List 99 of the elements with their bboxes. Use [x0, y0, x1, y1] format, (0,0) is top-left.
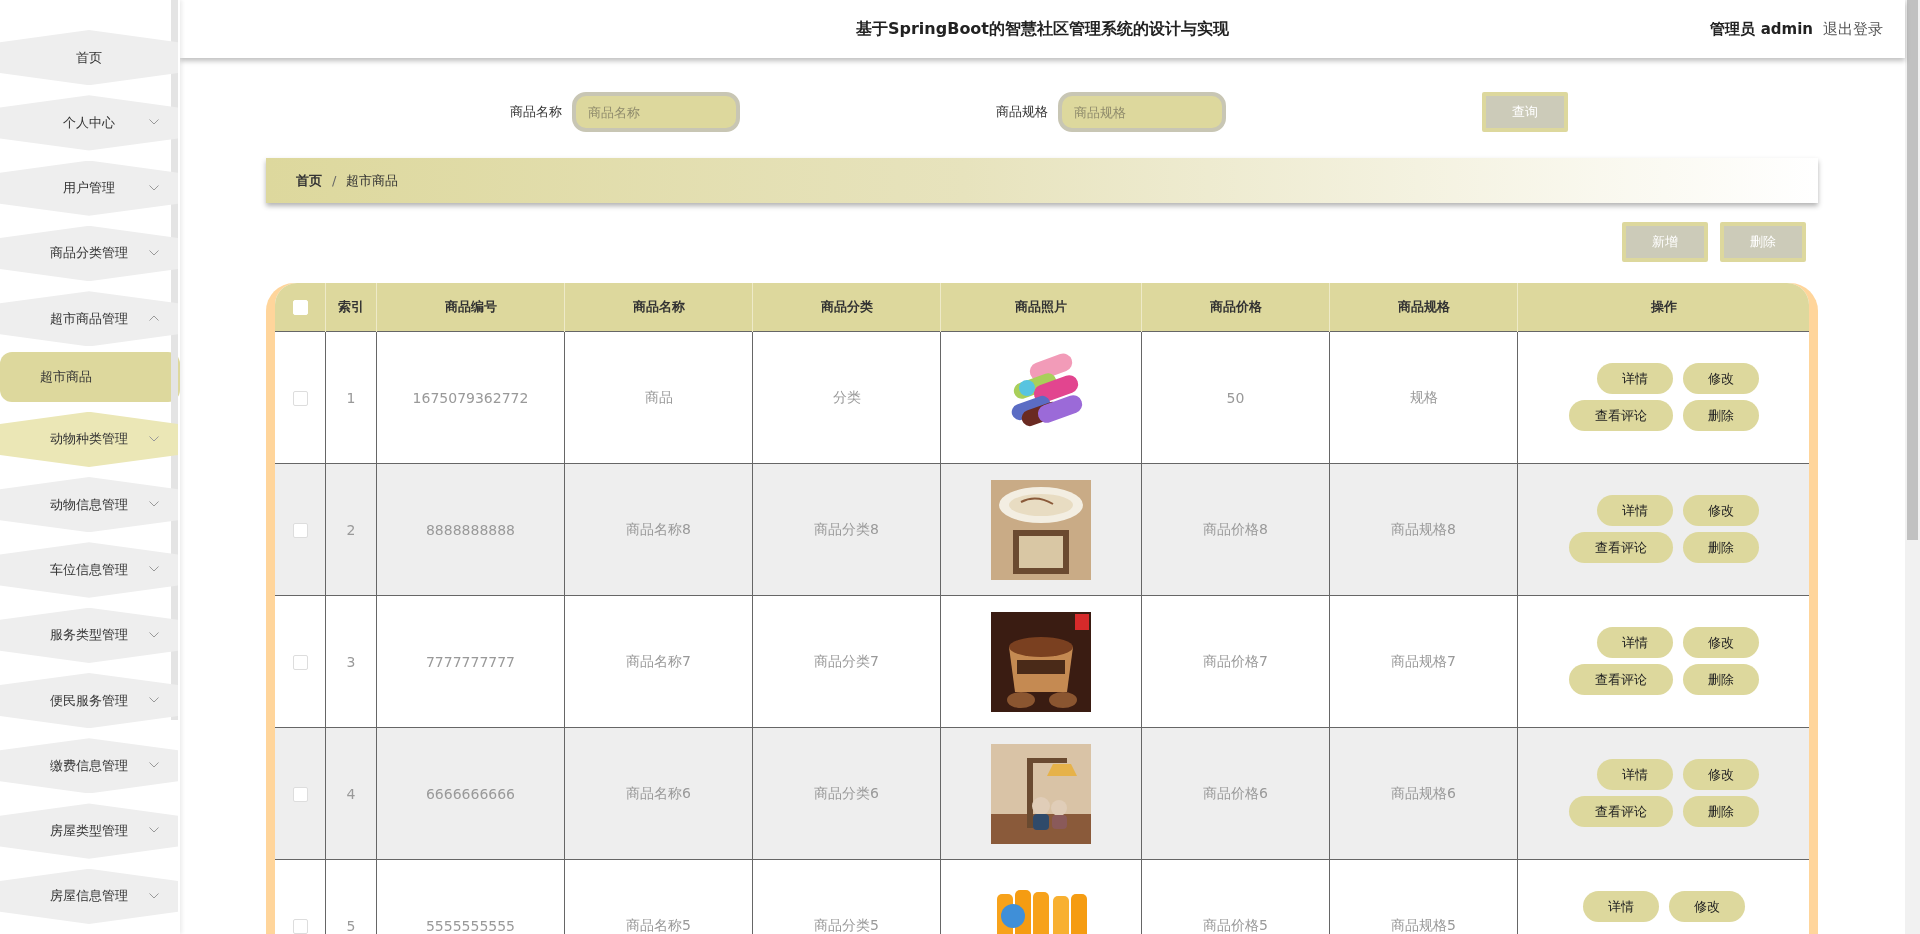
table-cell: 商品分类7: [814, 652, 879, 669]
row-index: 5: [346, 917, 356, 934]
delete-button[interactable]: 删除: [1682, 796, 1759, 827]
sidebar-item[interactable]: 房屋信息管理: [0, 868, 178, 925]
reviews-button[interactable]: 查看评论: [1568, 400, 1673, 431]
edit-button[interactable]: 修改: [1682, 363, 1759, 394]
row-index: 1: [346, 389, 356, 406]
table-cell: 商品规格7: [1391, 652, 1456, 669]
chevron-icon: [149, 119, 159, 126]
breadcrumb-separator: /: [332, 173, 337, 188]
delete-button[interactable]: 删除: [1682, 664, 1759, 695]
edit-button[interactable]: 修改: [1682, 627, 1759, 658]
sidebar-item[interactable]: 动物种类管理: [0, 411, 178, 468]
sidebar-item[interactable]: 超市商品管理: [0, 291, 178, 347]
column-header: 商品分类: [820, 299, 873, 314]
sidebar-item[interactable]: 动物信息管理: [0, 477, 178, 533]
details-button[interactable]: 详情: [1596, 495, 1673, 526]
checkbox[interactable]: [292, 786, 308, 802]
app-title: 基于SpringBoot的智慧社区管理系统的设计与实现: [856, 18, 1229, 40]
breadcrumb-link[interactable]: 首页: [296, 171, 322, 190]
table-cell: 商品规格5: [1391, 916, 1456, 933]
sidebar-item[interactable]: 用户管理: [0, 160, 178, 216]
column-header: 操作: [1650, 299, 1677, 314]
column-header: 商品名称: [632, 299, 685, 314]
scrollbar[interactable]: [1905, 0, 1920, 934]
chevron-icon: [149, 501, 159, 508]
details-button[interactable]: 详情: [1596, 363, 1673, 394]
chevron-icon: [149, 566, 159, 573]
table-cell: 商品规格6: [1391, 784, 1456, 801]
logout-link[interactable]: 退出登录: [1823, 19, 1883, 39]
row-index: 4: [346, 785, 356, 802]
table-cell: 1675079362772: [412, 389, 529, 406]
table-cell: 7777777777: [425, 653, 516, 670]
sidebar-item[interactable]: 商品分类管理: [0, 225, 178, 282]
search-field[interactable]: 商品名称: [572, 92, 740, 132]
breadcrumb-current: 超市商品: [346, 171, 399, 190]
table-cell: 商品分类6: [814, 784, 879, 801]
table-cell: 商品名称5: [626, 916, 691, 933]
delete-button[interactable]: 删除: [1682, 532, 1759, 563]
chevron-icon: [149, 315, 159, 322]
column-header: 商品编号: [444, 299, 497, 314]
checkbox[interactable]: [292, 390, 308, 406]
column-header: 商品照片: [1015, 299, 1067, 314]
table-cell: 规格: [1409, 388, 1438, 405]
chevron-icon: [149, 827, 159, 834]
chevron-icon: [149, 892, 159, 899]
reviews-button[interactable]: 查看评论: [1568, 664, 1673, 695]
user-label: 管理员 admin: [1710, 19, 1813, 39]
table-cell: 商品价格8: [1203, 520, 1268, 537]
reviews-button[interactable]: 查看评论: [1568, 796, 1673, 827]
column-header: 商品价格: [1209, 299, 1262, 314]
table-cell: 商品规格8: [1391, 520, 1456, 537]
sidebar-item[interactable]: 便民服务管理: [0, 672, 178, 729]
table-cell: 商品名称7: [626, 652, 691, 669]
sidebar-item[interactable]: 首页: [0, 30, 178, 86]
sidebar-item[interactable]: 缴费信息管理: [0, 738, 178, 794]
chevron-icon: [149, 631, 159, 638]
table-cell: 5555555555: [425, 917, 516, 934]
details-button[interactable]: 详情: [1596, 759, 1673, 790]
table-cell: 商品名称6: [626, 784, 691, 801]
table-cell: 6666666666: [425, 785, 516, 802]
edit-button[interactable]: 修改: [1668, 891, 1745, 922]
reviews-button[interactable]: 查看评论: [1568, 532, 1673, 563]
table-cell: 商品价格7: [1203, 652, 1268, 669]
table-cell: 商品名称8: [626, 520, 691, 537]
field-label: 商品规格: [996, 103, 1048, 121]
field-label: 商品名称: [510, 103, 562, 121]
checkbox[interactable]: [292, 918, 308, 934]
table-cell: 商品: [644, 388, 673, 405]
details-button[interactable]: 详情: [1596, 627, 1673, 658]
details-button[interactable]: 详情: [1582, 891, 1659, 922]
search-field[interactable]: 商品规格: [1058, 92, 1226, 132]
table-cell: 商品分类5: [814, 916, 879, 933]
column-header: 商品规格: [1397, 299, 1450, 314]
table-cell: 8888888888: [425, 521, 516, 538]
chevron-icon: [149, 696, 159, 703]
sidebar-item[interactable]: 服务类型管理: [0, 607, 178, 663]
sidebar-item[interactable]: 房屋类型管理: [0, 803, 178, 859]
table-cell: 商品分类8: [814, 520, 879, 537]
row-index: 3: [346, 653, 356, 670]
checkbox[interactable]: [292, 522, 308, 538]
edit-button[interactable]: 修改: [1682, 759, 1759, 790]
chevron-icon: [149, 249, 159, 256]
table-cell: 50: [1226, 389, 1245, 406]
checkbox[interactable]: [292, 654, 308, 670]
table-cell: 分类: [832, 388, 861, 405]
sidebar-subitem[interactable]: 超市商品: [0, 352, 180, 402]
table-cell: 商品价格6: [1203, 784, 1268, 801]
chevron-icon: [149, 762, 159, 769]
chevron-icon: [149, 435, 159, 442]
delete-button[interactable]: 删除: [1682, 400, 1759, 431]
table-cell: 商品价格5: [1203, 916, 1268, 933]
row-index: 2: [346, 521, 356, 538]
chevron-icon: [149, 184, 159, 191]
sidebar-item[interactable]: 车位信息管理: [0, 542, 178, 598]
edit-button[interactable]: 修改: [1682, 495, 1759, 526]
scrollbar-thumb[interactable]: [1907, 0, 1918, 540]
column-header: 索引: [338, 299, 364, 314]
sidebar-item[interactable]: 个人中心: [0, 95, 178, 151]
